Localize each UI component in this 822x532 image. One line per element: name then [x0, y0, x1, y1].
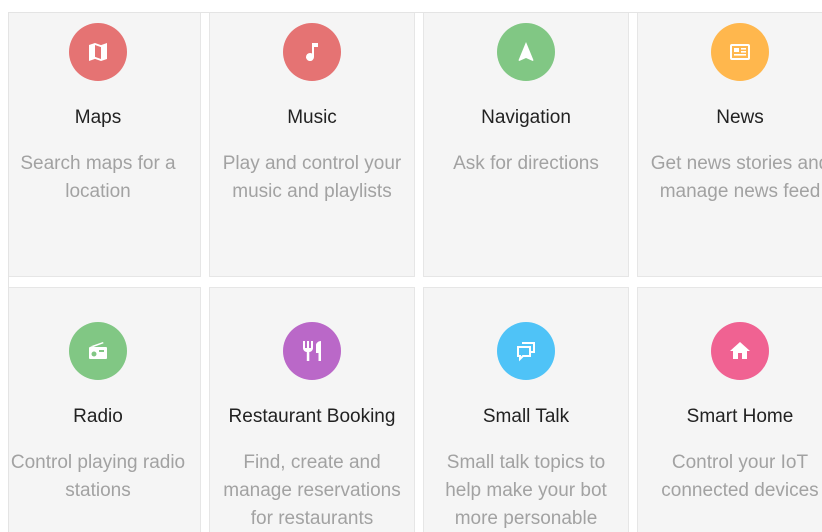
card-description: Control playing radio stations [10, 452, 186, 501]
card-description: Play and control your music and playlist… [222, 153, 402, 202]
template-card-smart-home[interactable]: Smart Home Control your IoT connected de… [637, 287, 822, 532]
radio-icon [69, 322, 127, 380]
template-card-maps[interactable]: Maps Search maps for a location [9, 13, 201, 277]
card-title: News [716, 107, 764, 128]
template-grid: Maps Search maps for a location Music Pl… [9, 13, 822, 532]
navigation-arrow-icon [497, 23, 555, 81]
agent-templates-panel: Maps Search maps for a location Music Pl… [8, 12, 822, 532]
card-title: Restaurant Booking [228, 406, 396, 427]
card-title: Smart Home [686, 406, 794, 427]
card-title: Maps [74, 107, 122, 128]
card-title: Music [287, 107, 337, 128]
card-title: Small Talk [482, 406, 570, 427]
template-card-radio[interactable]: Radio Control playing radio stations [9, 287, 201, 532]
template-card-news[interactable]: News Get news stories and manage news fe… [637, 13, 822, 277]
card-title: Radio [73, 406, 123, 427]
card-description: Find, create and manage reservations for… [223, 452, 401, 529]
card-description: Search maps for a location [20, 153, 176, 202]
home-icon [711, 322, 769, 380]
card-description: Control your IoT connected devices [661, 452, 819, 501]
card-description: Small talk topics to help make your bot … [445, 452, 607, 529]
template-card-navigation[interactable]: Navigation Ask for directions [423, 13, 629, 277]
newspaper-icon [711, 23, 769, 81]
template-card-small-talk[interactable]: Small Talk Small talk topics to help mak… [423, 287, 629, 532]
card-description: Ask for directions [453, 153, 599, 174]
template-card-restaurant-booking[interactable]: Restaurant Booking Find, create and mana… [209, 287, 415, 532]
card-description: Get news stories and manage news feed [650, 153, 822, 202]
template-card-music[interactable]: Music Play and control your music and pl… [209, 13, 415, 277]
card-title: Navigation [481, 107, 571, 128]
fork-knife-icon [283, 322, 341, 380]
map-icon [69, 23, 127, 81]
music-note-icon [283, 23, 341, 81]
chat-bubbles-icon [497, 322, 555, 380]
